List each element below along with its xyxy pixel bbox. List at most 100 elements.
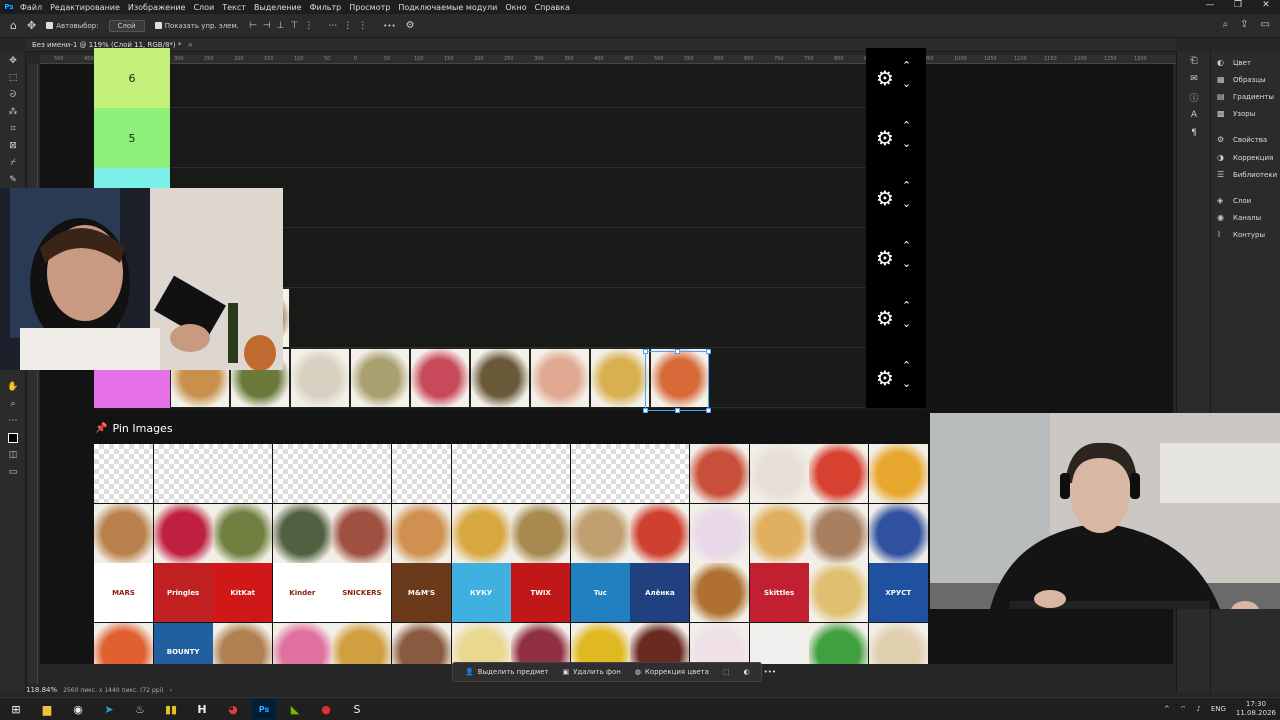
marquee-tool-icon[interactable]: ⬚ [0,69,26,86]
foreground-color-swatch[interactable] [0,429,26,446]
tier-item-eggplant[interactable] [470,348,530,408]
pin-item-hot-dog[interactable] [690,444,749,503]
panel-tab-4[interactable]: ⚙ Свойства [1217,135,1267,144]
pin-item-pickled-jar[interactable] [630,503,690,563]
menu-filter[interactable]: Фильтр [310,3,342,12]
pin-item-mars[interactable]: MARS [94,563,153,623]
pin-item-potato-wedges[interactable] [332,622,392,664]
pin-item-snickers[interactable]: SNICKERS [332,563,392,623]
tray-expand-icon[interactable]: ^ [1164,705,1170,713]
menu-file[interactable]: Файл [20,3,42,12]
healing-brush-icon[interactable]: ✎ [0,171,26,188]
workspace-icon[interactable]: ▭ [1261,19,1270,30]
menu-layers[interactable]: Слои [193,3,214,12]
pin-item-skittles[interactable]: Skittles [749,563,809,623]
document-info[interactable]: 2560 пикс. x 1440 пикс. (72 ppi) [63,687,163,694]
move-tier-down-icon[interactable]: ⌄ [902,198,911,216]
transform-handle[interactable] [675,349,680,354]
tier-item-layered-salad[interactable] [410,348,470,408]
pin-item-buckwheat[interactable] [392,622,451,664]
eyedropper-icon[interactable]: ⌿ [0,154,26,171]
steam-icon[interactable]: ♨ [128,699,152,719]
pin-item-zefir[interactable] [690,503,749,563]
autoselect-dropdown[interactable]: Слой [108,19,145,32]
restore-button[interactable]: ❐ [1224,0,1252,10]
pin-item-kukuruza[interactable]: КУКУ [451,563,511,623]
transform-handle[interactable] [643,408,648,413]
pin-item-onion-rings[interactable] [690,563,749,623]
move-tier-up-icon[interactable]: ⌃ [902,180,911,198]
menu-edit[interactable]: Редактирование [50,3,120,12]
quick-mask-icon[interactable]: ◫ [0,446,26,463]
volume-icon[interactable]: ♪ [1196,705,1200,713]
obs-icon[interactable]: ◉ [66,699,90,719]
pin-item-tofu[interactable] [749,622,809,664]
move-tier-down-icon[interactable]: ⌄ [902,78,911,96]
windows-start-icon[interactable]: ⊞ [4,699,28,719]
pin-item-pirozhki[interactable] [392,503,451,563]
move-tier-up-icon[interactable]: ⌃ [902,60,911,78]
tier-label[interactable]: 6 [94,48,170,108]
more-options-button[interactable]: ••• [383,22,395,30]
hand-tool-icon[interactable]: ✋ [0,378,26,395]
more-tools-icon[interactable]: ⋯ [0,412,26,429]
pin-item-cheese-curd[interactable] [868,503,928,563]
move-tier-down-icon[interactable]: ⌄ [902,318,911,336]
pin-item-kitkat[interactable]: KitKat [213,563,273,623]
minimize-button[interactable]: — [1196,0,1224,10]
color-correction-button[interactable]: ◍ Коррекция цвета [635,668,709,676]
comments-icon[interactable]: ✉ [1177,70,1211,88]
panel-tab-7[interactable]: ◈ Слои [1217,196,1251,205]
tier-settings-gear-icon[interactable]: ⚙ [872,306,898,330]
tier-item-mushroom-soup[interactable] [350,348,410,408]
transform-handle[interactable] [706,349,711,354]
panel-tab-6[interactable]: ☰ Библиотеки [1217,170,1277,179]
transform-handle[interactable] [643,349,648,354]
history-icon[interactable]: ⎗ [1177,52,1211,70]
zoom-tool-icon[interactable]: ⌕ [0,395,26,412]
pin-item-casserole[interactable] [749,503,809,563]
tier-item-hummus[interactable] [590,348,650,408]
tier-item-pizza[interactable] [530,348,590,408]
menu-select[interactable]: Выделение [254,3,302,12]
menu-type[interactable]: Текст [222,3,246,12]
remove-background-button[interactable]: ▣ Удалить фон [562,668,620,676]
share-icon[interactable]: ⇪ [1240,19,1248,30]
app-s-icon[interactable]: S [345,699,369,719]
settings-icon[interactable]: ⚙ [406,20,415,31]
selection-transform-box[interactable] [643,349,711,413]
move-tool-icon[interactable]: ✥ [0,52,26,69]
panel-tab-3[interactable]: ▩ Узоры [1217,109,1255,118]
pin-item-khrusteam[interactable]: ХРУСТ [868,563,928,623]
tier-item-soup[interactable] [290,348,350,408]
panel-tab-2[interactable]: ▤ Градиенты [1217,92,1274,101]
move-tool-icon[interactable]: ✥ [27,19,36,32]
tier-settings-gear-icon[interactable]: ⚙ [872,186,898,210]
lasso-tool-icon[interactable]: ᘐ [0,86,26,103]
pin-item-taco[interactable] [451,503,511,563]
move-tier-up-icon[interactable]: ⌃ [902,120,911,138]
menu-view[interactable]: Просмотр [349,3,390,12]
panel-tab-5[interactable]: ◑ Коррекция [1217,153,1273,162]
pin-item-marshmallow[interactable] [690,622,749,664]
paragraph-icon[interactable]: ¶ [1177,124,1211,142]
pin-item-canapes[interactable] [213,503,273,563]
app-red-icon[interactable]: ● [314,699,338,719]
close-window-button[interactable]: ✕ [1252,0,1280,10]
panel-tab-8[interactable]: ◉ Каналы [1217,213,1261,222]
pin-item-fries[interactable] [511,503,571,563]
pin-item-cupcake[interactable] [272,622,332,664]
pin-item-alenka-choc[interactable] [809,563,869,623]
tier-settings-gear-icon[interactable]: ⚙ [872,246,898,270]
crop-tool-icon[interactable]: ⌗ [0,120,26,137]
pin-item-ribs[interactable] [332,503,392,563]
pin-item-cranberries[interactable] [153,503,213,563]
frame-tool-icon[interactable]: ⊠ [0,137,26,154]
pin-item-beans[interactable] [630,622,690,664]
menu-window[interactable]: Окно [505,3,526,12]
pin-item-tuc[interactable]: Tuc [570,563,630,623]
app-h-icon[interactable]: H [190,699,214,719]
network-icon[interactable]: ⌔ [1180,705,1187,714]
pin-item-mms[interactable]: M&M'S [392,563,451,623]
transform-icon[interactable]: ⬚ [723,668,730,676]
